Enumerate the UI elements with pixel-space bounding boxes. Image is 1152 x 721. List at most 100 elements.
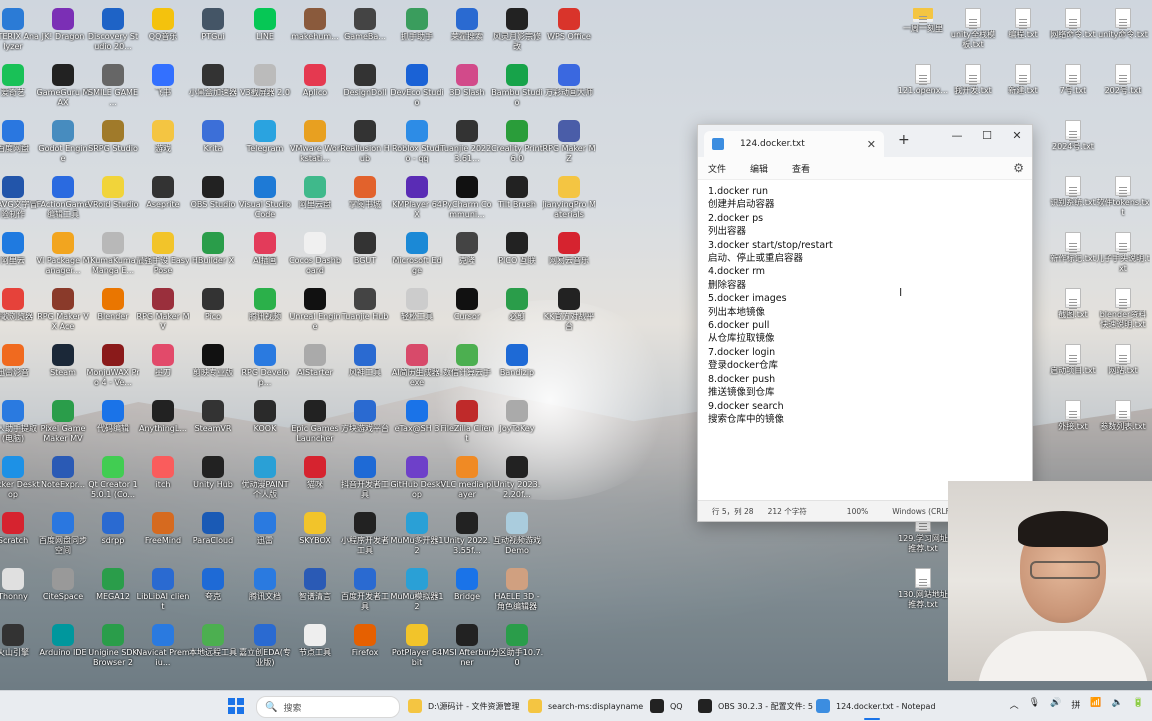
- desktop-icon[interactable]: Arduino IDE: [36, 620, 90, 678]
- desktop-icon[interactable]: Blender: [86, 284, 140, 342]
- desktop-file[interactable]: 130.网站地址推荐.txt: [896, 564, 950, 622]
- desktop-icon[interactable]: 轻松工具: [390, 284, 444, 342]
- desktop-icon[interactable]: 抖音开发者工具: [338, 452, 392, 510]
- desktop-icon[interactable]: 迅雷: [238, 508, 292, 566]
- desktop-file[interactable]: 121.openx...: [896, 60, 950, 118]
- desktop-icon[interactable]: AIStarter: [288, 340, 342, 398]
- desktop-icon[interactable]: PTGui: [186, 4, 240, 62]
- desktop-icon[interactable]: 腾讯文档: [238, 564, 292, 622]
- desktop-icon[interactable]: Steam: [36, 340, 90, 398]
- desktop-icon[interactable]: 互动视频游戏 Demo: [490, 508, 544, 566]
- desktop-file[interactable]: 截图.txt: [1046, 284, 1100, 342]
- desktop-icon[interactable]: VLC media player: [440, 452, 494, 510]
- desktop-icon[interactable]: Pico: [186, 284, 240, 342]
- desktop-icon[interactable]: 阿里云: [0, 228, 40, 286]
- desktop-icon[interactable]: HBuilder X: [186, 228, 240, 286]
- desktop-icon[interactable]: Tuanjie Hub: [338, 284, 392, 342]
- desktop-icon[interactable]: Creality Print 6.0: [490, 116, 544, 174]
- desktop-file[interactable]: 新建.txt: [996, 60, 1050, 118]
- tray-icon[interactable]: 🔈: [1112, 698, 1123, 711]
- desktop-icon[interactable]: OBS Studio: [186, 172, 240, 230]
- desktop-icon[interactable]: 腾讯视频: [238, 284, 292, 342]
- desktop-icon[interactable]: 剪映专业版: [186, 340, 240, 398]
- desktop-file[interactable]: 网络命令.txt: [1046, 4, 1100, 62]
- desktop-icon[interactable]: Cursor: [440, 284, 494, 342]
- desktop-icon[interactable]: 小黑盒加速器: [186, 60, 240, 118]
- desktop-icon[interactable]: 嘉立创EDA(专业版): [238, 620, 292, 678]
- desktop-file[interactable]: 7号.txt: [1046, 60, 1100, 118]
- desktop-icon[interactable]: Krita: [186, 116, 240, 174]
- desktop-file[interactable]: 我开发.txt: [946, 60, 1000, 118]
- tray-icon[interactable]: 拼: [1071, 698, 1080, 711]
- desktop-icon[interactable]: VRoid Studio: [86, 172, 140, 230]
- desktop-icon[interactable]: Bambu Studio: [490, 60, 544, 118]
- desktop-icon[interactable]: 方块游戏平台: [338, 396, 392, 454]
- desktop-icon[interactable]: DesignDoll: [338, 60, 392, 118]
- tray-icon[interactable]: ︿: [1010, 698, 1019, 711]
- desktop-icon[interactable]: 必剪: [490, 284, 544, 342]
- desktop-icon[interactable]: RPG Develop...: [238, 340, 292, 398]
- desktop-icon[interactable]: RPG Maker VX Ace: [36, 284, 90, 342]
- desktop-icon[interactable]: Thonny: [0, 564, 40, 622]
- desktop-file[interactable]: 2024号.txt: [1046, 116, 1100, 174]
- desktop-icon[interactable]: Docker Desktop: [0, 452, 40, 510]
- desktop-icon[interactable]: 分区助手10.7.0: [490, 620, 544, 678]
- desktop-icon[interactable]: FActionGame编辑工具: [36, 172, 90, 230]
- desktop-icon[interactable]: Telegram: [238, 116, 292, 174]
- taskbar-search[interactable]: 🔍 搜索: [256, 696, 400, 718]
- desktop-icon[interactable]: 数信计算云手: [440, 340, 494, 398]
- desktop-icon[interactable]: ParaCloud: [186, 508, 240, 566]
- desktop-icon[interactable]: 小程序开发者工具: [338, 508, 392, 566]
- desktop-icon[interactable]: 节点工具: [288, 620, 342, 678]
- desktop-icon[interactable]: 3D Slash: [440, 60, 494, 118]
- desktop-icon[interactable]: VMware Workstati...: [288, 116, 342, 174]
- desktop-icon[interactable]: CiteSpace: [36, 564, 90, 622]
- desktop-icon[interactable]: 掌阅书城: [338, 172, 392, 230]
- desktop-file[interactable]: 启动项目.txt: [1046, 340, 1100, 398]
- desktop-icon[interactable]: Unigine SDK Browser 2: [86, 620, 140, 678]
- desktop-icon[interactable]: 谷歌浏览器: [0, 284, 40, 342]
- desktop-file[interactable]: 外接.txt: [1046, 396, 1100, 454]
- desktop-icon[interactable]: FreeMind: [136, 508, 190, 566]
- desktop-icon[interactable]: 百度开发者工具: [338, 564, 392, 622]
- desktop-icon[interactable]: 火山引擎: [0, 620, 40, 678]
- desktop-icon[interactable]: Discovery Studio 20...: [86, 4, 140, 62]
- desktop-icon[interactable]: Unity 2022.3.55f...: [440, 508, 494, 566]
- desktop-icon[interactable]: Bandizip: [490, 340, 544, 398]
- desktop-icon[interactable]: MEGA12: [86, 564, 140, 622]
- desktop-icon[interactable]: 克隆: [440, 228, 494, 286]
- desktop-icon[interactable]: Scratch: [0, 508, 40, 566]
- desktop-icon[interactable]: JK! Dragon: [36, 4, 90, 62]
- desktop-file[interactable]: blender资料快速说明.txt: [1096, 284, 1150, 342]
- notepad-titlebar[interactable]: 124.docker.txt ✕ + — ☐ ✕: [698, 125, 1032, 157]
- desktop-icon[interactable]: 最强手设 Easy Pose: [136, 228, 190, 286]
- desktop-icon[interactable]: 优动漫PAINT个人版: [238, 452, 292, 510]
- desktop-icon[interactable]: VI Package Manager...: [36, 228, 90, 286]
- desktop-icon[interactable]: SRPG Studio: [86, 116, 140, 174]
- maximize-icon[interactable]: ☐: [972, 127, 1002, 145]
- desktop-icon[interactable]: MuMu多开器12: [390, 508, 444, 566]
- desktop-icon[interactable]: NoteExpr...: [36, 452, 90, 510]
- desktop-file[interactable]: 编程.txt: [996, 4, 1050, 62]
- desktop-icon[interactable]: Unity Hub: [186, 452, 240, 510]
- desktop-icon[interactable]: 爱奇艺: [0, 60, 40, 118]
- notepad-tab[interactable]: 124.docker.txt ✕: [704, 131, 884, 157]
- desktop-icon[interactable]: itch: [136, 452, 190, 510]
- settings-gear-icon[interactable]: ⚙: [1013, 161, 1024, 175]
- desktop-icon[interactable]: 风灵月影宗修改: [490, 4, 544, 62]
- desktop-icon[interactable]: 夸克: [186, 564, 240, 622]
- desktop-icon[interactable]: 迅雷影音: [0, 340, 40, 398]
- desktop-icon[interactable]: Tilt Brush: [490, 172, 544, 230]
- desktop-file[interactable]: unity命令.txt: [1096, 4, 1150, 62]
- desktop-icon[interactable]: 风神工具: [338, 340, 392, 398]
- notepad-text-area[interactable]: 1.docker run 创建并启动容器 2.docker ps 列出容器 3.dock…: [698, 179, 1032, 501]
- taskbar-app[interactable]: D:\源码计 - 文件资源管理: [408, 696, 520, 716]
- desktop-icon[interactable]: sdrpp: [86, 508, 140, 566]
- desktop-icon[interactable]: 抓手助手: [390, 4, 444, 62]
- desktop-icon[interactable]: Bridge: [440, 564, 494, 622]
- desktop-file[interactable]: 新作标记.txt: [1046, 228, 1100, 286]
- desktop-icon[interactable]: QQ音乐: [136, 4, 190, 62]
- desktop-icon[interactable]: 网易云音乐: [542, 228, 596, 286]
- desktop-icon[interactable]: SMILE GAME ...: [86, 60, 140, 118]
- taskbar-app[interactable]: search-ms:displayname: [528, 696, 643, 716]
